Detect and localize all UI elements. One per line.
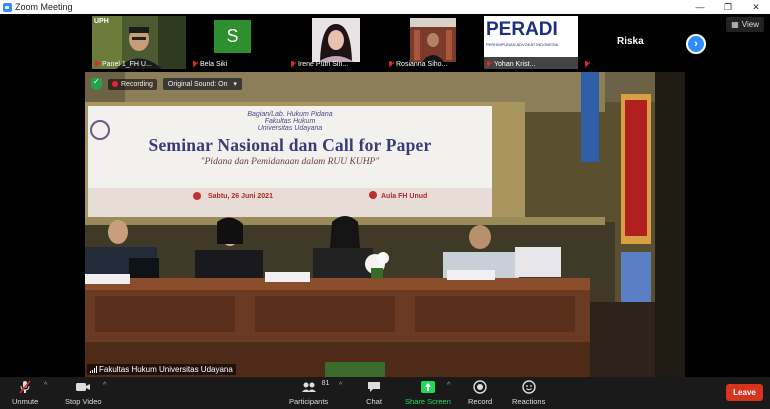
- participant-name: Bela Siki: [192, 61, 227, 68]
- banner-subtitle: "Pidana dan Pemidanaan dalam RUU KUHP": [200, 157, 380, 167]
- banner-line-2: Fakultas Hukum: [264, 118, 316, 125]
- banner-date: Sabtu, 26 Juni 2021: [208, 193, 273, 200]
- close-button[interactable]: ✕: [742, 0, 770, 14]
- participants-icon: 81: [300, 380, 329, 394]
- view-grid-icon: ▦: [731, 20, 739, 29]
- banner-title: Seminar Nasional dan Call for Paper: [148, 135, 432, 155]
- share-options-caret-icon[interactable]: ^: [447, 382, 450, 389]
- meeting-toolbar: Unmute ^ Stop Video ^ 81 Participants ^ …: [0, 377, 770, 409]
- recording-bar: Recording Original Sound: On ▾: [91, 76, 242, 92]
- mic-muted-icon: [584, 61, 590, 68]
- participant-name: Rosianna Siho...: [388, 61, 447, 68]
- video-options-caret-icon[interactable]: ^: [103, 382, 106, 389]
- window-title: Zoom Meeting: [15, 2, 73, 12]
- participant-name: Irene Putri Sin...: [290, 61, 348, 68]
- participant-name-center: Riska: [617, 36, 644, 47]
- share-screen-icon: [419, 380, 437, 394]
- leave-button[interactable]: Leave: [726, 384, 763, 401]
- unmute-button[interactable]: Unmute: [12, 380, 38, 406]
- unmute-options-caret-icon[interactable]: ^: [44, 382, 47, 389]
- participant-name: Yohan Krist...: [486, 61, 535, 68]
- participant-tile[interactable]: UPH Panel 1_FH U...: [92, 16, 186, 69]
- participants-options-caret-icon[interactable]: ^: [339, 382, 342, 389]
- video-camera-icon: [74, 380, 92, 394]
- chat-button[interactable]: Chat: [365, 380, 383, 406]
- peradi-logo-text: PERADI: [486, 19, 558, 40]
- main-video: Bagian/Lab. Hukum Pidana Fakultas Hukum …: [85, 72, 685, 377]
- mic-muted-icon: [16, 380, 34, 394]
- record-icon: [471, 380, 489, 394]
- uph-badge: UPH: [94, 18, 109, 25]
- participants-count: 81: [321, 380, 330, 387]
- mic-muted-icon: [192, 61, 198, 68]
- participant-name: Panel 1_FH U...: [94, 61, 152, 68]
- chevron-down-icon: ▾: [233, 81, 237, 88]
- restore-button[interactable]: ❐: [714, 0, 742, 14]
- mic-muted-icon: [388, 61, 394, 68]
- mic-muted-icon: [290, 61, 296, 68]
- banner: Bagian/Lab. Hukum Pidana Fakultas Hukum …: [88, 106, 492, 167]
- view-button[interactable]: ▦ View: [726, 17, 764, 32]
- share-screen-button[interactable]: Share Screen: [405, 380, 451, 406]
- participant-tile[interactable]: PERADI PERHIMPUNAN ADVOKAT INDONESIA Yoh…: [484, 16, 578, 69]
- record-button[interactable]: Record: [468, 380, 492, 406]
- speaker-name-label: Fakultas Hukum Universitas Udayana: [87, 364, 236, 375]
- encryption-shield-icon[interactable]: [91, 77, 102, 90]
- participant-tile[interactable]: Rosianna Siho...: [386, 16, 480, 69]
- chevron-right-icon: ›: [694, 38, 698, 50]
- avatar: S: [214, 20, 251, 53]
- banner-place: Aula FH Unud: [381, 193, 428, 200]
- window-titlebar: Zoom Meeting — ❐ ✕: [0, 0, 770, 14]
- participant-strip: UPH Panel 1_FH U... S Bela Siki Irene Pu…: [0, 14, 770, 70]
- participants-button[interactable]: 81 Participants: [289, 380, 329, 406]
- chat-bubble-icon: [365, 380, 383, 394]
- mic-muted-icon: [94, 61, 100, 68]
- zoom-logo-icon: [3, 2, 12, 12]
- banner-line-3: Universitas Udayana: [257, 125, 323, 132]
- original-sound-dropdown[interactable]: Original Sound: On ▾: [162, 78, 242, 90]
- signal-strength-icon: [90, 366, 97, 373]
- participant-tile[interactable]: Irene Putri Sin...: [288, 16, 382, 69]
- participant-mic: [584, 61, 592, 68]
- minimize-button[interactable]: —: [686, 0, 714, 14]
- next-page-button[interactable]: ›: [686, 34, 706, 54]
- recording-dot-icon: [112, 81, 118, 87]
- participant-tile[interactable]: Riska: [582, 16, 676, 69]
- mic-muted-icon: [486, 61, 492, 68]
- peradi-logo-subtitle: PERHIMPUNAN ADVOKAT INDONESIA: [486, 42, 559, 47]
- reactions-button[interactable]: Reactions: [512, 380, 545, 406]
- banner-line-1: Bagian/Lab. Hukum Pidana: [247, 111, 333, 118]
- stop-video-button[interactable]: Stop Video: [65, 380, 102, 406]
- participant-tile[interactable]: S Bela Siki: [190, 16, 284, 69]
- recording-indicator[interactable]: Recording: [108, 78, 157, 90]
- reactions-smiley-icon: [520, 380, 538, 394]
